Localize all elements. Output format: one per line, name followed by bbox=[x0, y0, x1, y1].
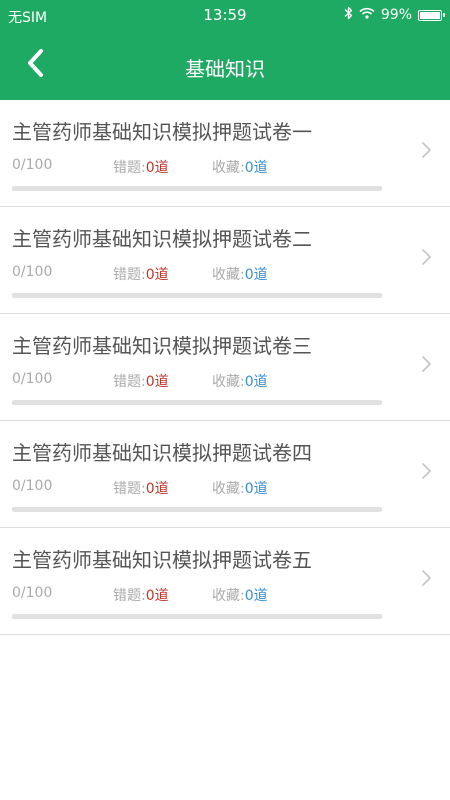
exam-progress-bar bbox=[12, 293, 382, 298]
exam-progress-bar bbox=[12, 400, 382, 405]
wrong-count: 0道 bbox=[145, 374, 169, 390]
exam-list-item[interactable]: 主管药师基础知识模拟押题试卷一 0/100 错题:0道 收藏:0道 bbox=[0, 100, 450, 207]
favorite-count: 0道 bbox=[244, 588, 268, 604]
favorite-stat: 收藏:0道 bbox=[212, 478, 268, 498]
exam-stats: 0/100 错题:0道 收藏:0道 bbox=[12, 264, 392, 284]
exam-progress-text: 0/100 bbox=[12, 264, 53, 280]
exam-stats: 0/100 错题:0道 收藏:0道 bbox=[12, 478, 392, 498]
exam-progress-text: 0/100 bbox=[12, 371, 53, 387]
exam-title: 主管药师基础知识模拟押题试卷四 bbox=[12, 441, 312, 465]
wrong-stat: 错题:0道 bbox=[113, 157, 169, 177]
favorite-label: 收藏: bbox=[212, 588, 245, 604]
exam-title: 主管药师基础知识模拟押题试卷三 bbox=[12, 334, 312, 358]
chevron-right-icon bbox=[420, 140, 432, 160]
favorite-stat: 收藏:0道 bbox=[212, 585, 268, 605]
battery-percent: 99% bbox=[380, 7, 412, 23]
exam-list-item[interactable]: 主管药师基础知识模拟押题试卷四 0/100 错题:0道 收藏:0道 bbox=[0, 421, 450, 528]
chevron-right-icon bbox=[420, 568, 432, 588]
exam-title: 主管药师基础知识模拟押题试卷五 bbox=[12, 548, 312, 572]
status-right-group: 99% bbox=[344, 6, 445, 24]
wrong-stat: 错题:0道 bbox=[113, 264, 169, 284]
favorite-stat: 收藏:0道 bbox=[212, 157, 268, 177]
exam-list-item[interactable]: 主管药师基础知识模拟押题试卷二 0/100 错题:0道 收藏:0道 bbox=[0, 207, 450, 314]
wrong-label: 错题: bbox=[113, 160, 146, 176]
battery-level bbox=[420, 11, 440, 19]
battery-icon bbox=[418, 9, 445, 21]
wrong-label: 错题: bbox=[113, 374, 146, 390]
wrong-label: 错题: bbox=[113, 481, 146, 497]
favorite-count: 0道 bbox=[244, 374, 268, 390]
status-bar: 无SIM 13:59 99% bbox=[0, 0, 450, 30]
favorite-stat: 收藏:0道 bbox=[212, 264, 268, 284]
bluetooth-icon bbox=[344, 6, 353, 24]
favorite-count: 0道 bbox=[244, 481, 268, 497]
favorite-label: 收藏: bbox=[212, 481, 245, 497]
wrong-stat: 错题:0道 bbox=[113, 478, 169, 498]
wrong-count: 0道 bbox=[145, 267, 169, 283]
page-title: 基础知识 bbox=[185, 57, 265, 81]
wrong-stat: 错题:0道 bbox=[113, 371, 169, 391]
favorite-label: 收藏: bbox=[212, 267, 245, 283]
favorite-stat: 收藏:0道 bbox=[212, 371, 268, 391]
chevron-right-icon bbox=[420, 247, 432, 267]
wrong-count: 0道 bbox=[145, 481, 169, 497]
exam-stats: 0/100 错题:0道 收藏:0道 bbox=[12, 371, 392, 391]
exam-list: 主管药师基础知识模拟押题试卷一 0/100 错题:0道 收藏:0道 主管药师基础… bbox=[0, 100, 450, 635]
favorite-label: 收藏: bbox=[212, 374, 245, 390]
favorite-count: 0道 bbox=[244, 160, 268, 176]
wifi-icon bbox=[359, 7, 375, 23]
exam-title: 主管药师基础知识模拟押题试卷一 bbox=[12, 120, 312, 144]
exam-list-item[interactable]: 主管药师基础知识模拟押题试卷五 0/100 错题:0道 收藏:0道 bbox=[0, 528, 450, 635]
wrong-label: 错题: bbox=[113, 267, 146, 283]
chevron-right-icon bbox=[420, 461, 432, 481]
chevron-right-icon bbox=[420, 354, 432, 374]
exam-stats: 0/100 错题:0道 收藏:0道 bbox=[12, 585, 392, 605]
exam-progress-text: 0/100 bbox=[12, 585, 53, 601]
exam-progress-bar bbox=[12, 614, 382, 619]
exam-progress-bar bbox=[12, 507, 382, 512]
favorite-count: 0道 bbox=[244, 267, 268, 283]
wrong-count: 0道 bbox=[145, 160, 169, 176]
exam-progress-bar bbox=[12, 186, 382, 191]
exam-progress-text: 0/100 bbox=[12, 157, 53, 173]
wrong-label: 错题: bbox=[113, 588, 146, 604]
nav-bar: 基础知识 bbox=[0, 30, 450, 100]
wrong-count: 0道 bbox=[145, 588, 169, 604]
wrong-stat: 错题:0道 bbox=[113, 585, 169, 605]
favorite-label: 收藏: bbox=[212, 160, 245, 176]
exam-stats: 0/100 错题:0道 收藏:0道 bbox=[12, 157, 392, 177]
exam-list-item[interactable]: 主管药师基础知识模拟押题试卷三 0/100 错题:0道 收藏:0道 bbox=[0, 314, 450, 421]
exam-title: 主管药师基础知识模拟押题试卷二 bbox=[12, 227, 312, 251]
exam-progress-text: 0/100 bbox=[12, 478, 53, 494]
